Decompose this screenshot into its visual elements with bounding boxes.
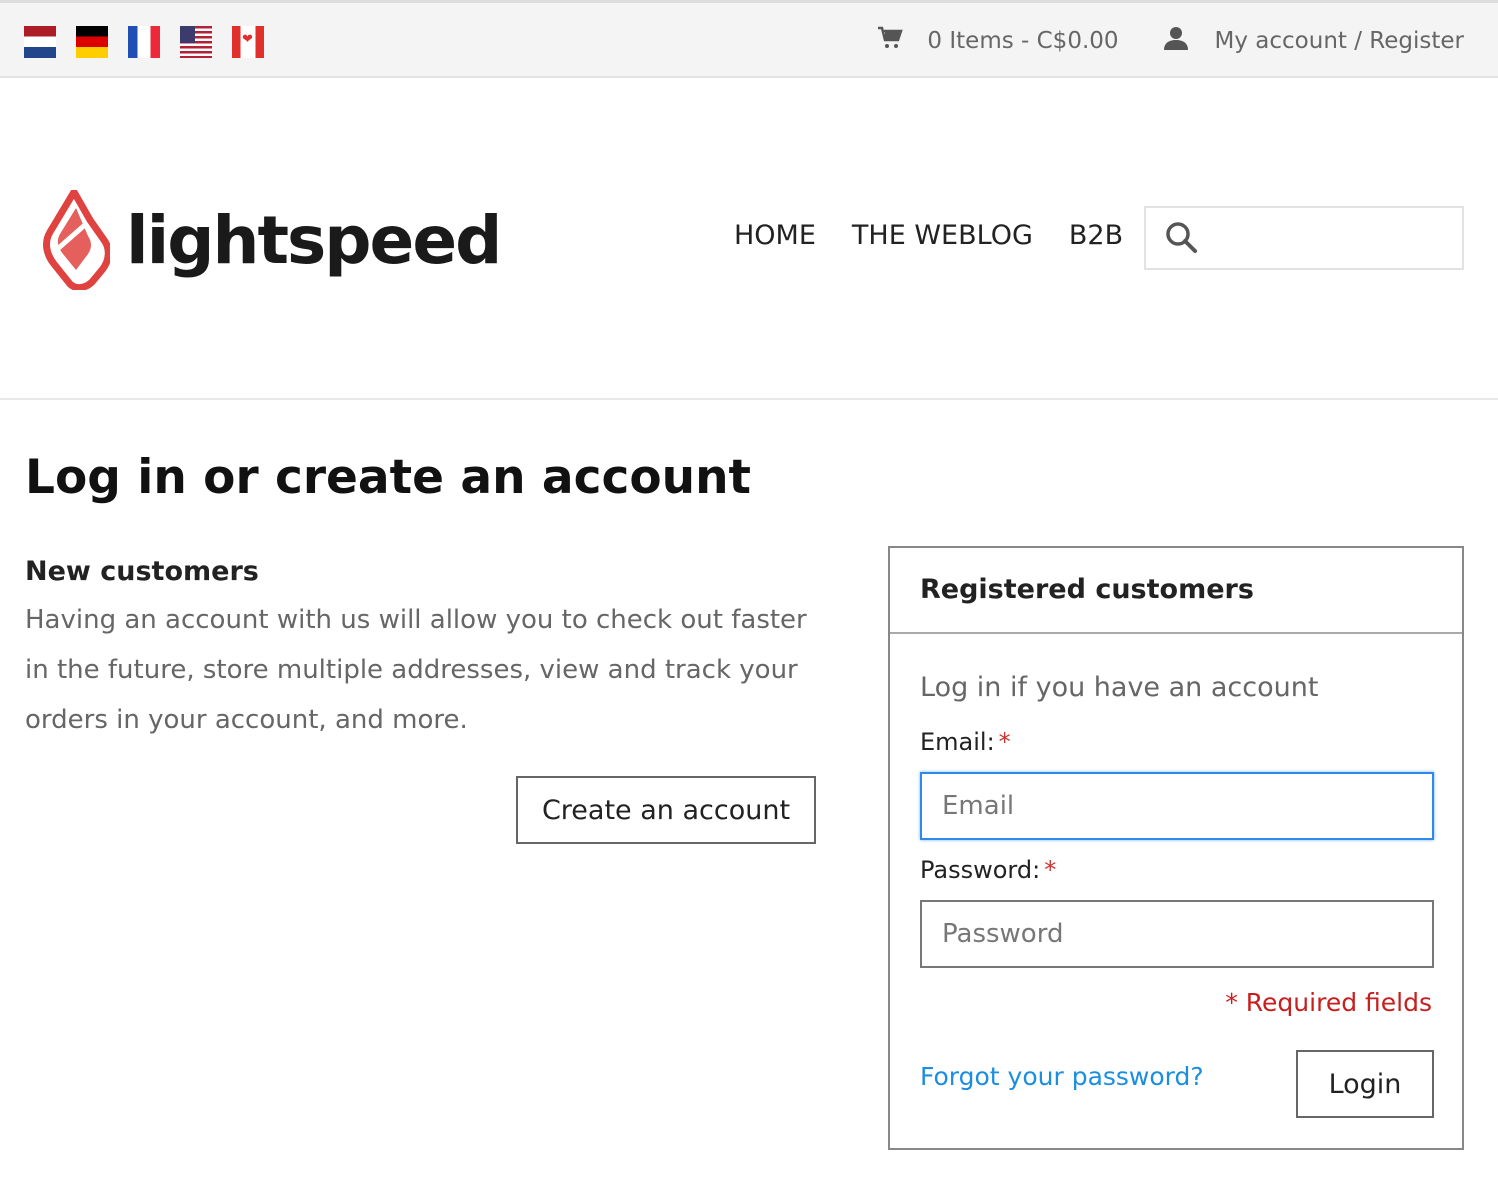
flag-germany-icon[interactable] xyxy=(76,26,108,58)
lightspeed-logo-icon xyxy=(43,190,110,290)
required-fields-note: * Required fields xyxy=(1225,988,1432,1017)
language-flags xyxy=(24,26,264,58)
nav-weblog[interactable]: THE WEBLOG xyxy=(852,220,1033,251)
registered-customers-heading: Registered customers xyxy=(890,548,1462,634)
site-header: lightspeed HOME THE WEBLOG B2B xyxy=(0,78,1498,400)
password-label-text: Password: xyxy=(920,856,1041,884)
flag-canada-icon[interactable] xyxy=(232,26,264,58)
nav-home[interactable]: HOME xyxy=(734,220,816,251)
forgot-password-link[interactable]: Forgot your password? xyxy=(920,1062,1204,1091)
required-asterisk: * xyxy=(998,728,1011,756)
top-links: 0 Items - C$0.00 My account / Register xyxy=(877,25,1464,57)
email-label: Email: * xyxy=(920,728,1011,756)
create-account-button[interactable]: Create an account xyxy=(516,776,816,844)
cart-link[interactable]: 0 Items - C$0.00 xyxy=(927,28,1118,54)
email-field[interactable] xyxy=(920,772,1434,840)
password-label: Password: * xyxy=(920,856,1056,884)
login-button[interactable]: Login xyxy=(1296,1050,1434,1118)
new-customers-section: New customers Having an account with us … xyxy=(25,556,825,745)
password-field[interactable] xyxy=(920,900,1434,968)
user-icon[interactable] xyxy=(1163,25,1189,57)
logo-text: lightspeed xyxy=(126,201,502,279)
email-label-text: Email: xyxy=(920,728,995,756)
logo[interactable]: lightspeed xyxy=(40,190,502,290)
page-title: Log in or create an account xyxy=(25,450,751,505)
registered-customers-panel: Registered customers Log in if you have … xyxy=(888,546,1464,1150)
account-link[interactable]: My account / Register xyxy=(1215,28,1464,54)
main-nav: HOME THE WEBLOG B2B xyxy=(734,220,1123,251)
new-customers-heading: New customers xyxy=(25,556,259,587)
top-bar: 0 Items - C$0.00 My account / Register xyxy=(0,0,1498,78)
cart-icon[interactable] xyxy=(877,26,904,56)
flag-netherlands-icon[interactable] xyxy=(24,26,56,58)
nav-b2b[interactable]: B2B xyxy=(1069,220,1123,251)
flag-france-icon[interactable] xyxy=(128,26,160,58)
search-icon[interactable] xyxy=(1164,220,1200,256)
new-customers-text: Having an account with us will allow you… xyxy=(25,605,807,735)
required-asterisk: * xyxy=(1044,856,1057,884)
login-subheading: Log in if you have an account xyxy=(920,672,1319,703)
flag-us-icon[interactable] xyxy=(180,26,212,58)
search-input[interactable] xyxy=(1144,206,1464,270)
